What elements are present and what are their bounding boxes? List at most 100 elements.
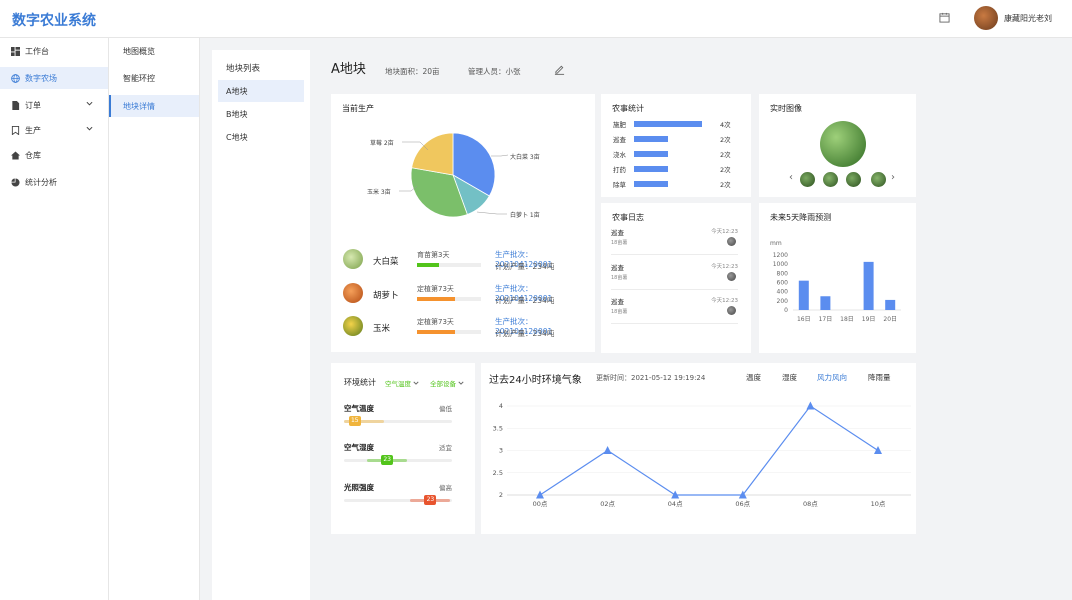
- sidebar-item-workbench[interactable]: 工作台: [0, 40, 108, 62]
- live-image-card: 实时图像 ‹ ›: [759, 94, 916, 197]
- user-avatar[interactable]: [974, 6, 998, 30]
- edit-icon[interactable]: [554, 64, 565, 75]
- plot-item-b[interactable]: B地块: [218, 103, 304, 125]
- rain-bar: [820, 296, 831, 310]
- avatar: [727, 272, 736, 281]
- env-label: 光照强度: [344, 483, 374, 492]
- stat-row: 除草 2次: [613, 179, 741, 189]
- log-location: 18亩薯: [611, 309, 628, 315]
- log-location: 18亩薯: [611, 275, 628, 281]
- log-item[interactable]: 巡查 今天12:23 18亩薯: [611, 262, 738, 290]
- current-production-card: 当前生产 草莓 2亩 大白菜 3亩 玉米 3亩 白萝卜 1亩 大白菜 育苗第3天…: [331, 94, 595, 352]
- crop-stage: 定植第73天: [417, 285, 454, 293]
- subnav-plot-details[interactable]: 地块详情: [109, 95, 199, 117]
- farm-stats-card: 农事统计 施肥 4次 巡查 2次 浇水 2次 打药 2次 除草 2次: [601, 94, 751, 197]
- crop-progress-fill: [417, 297, 456, 301]
- card-title: 农事统计: [612, 104, 644, 113]
- plot-manager: 管理人员：小张: [468, 67, 521, 76]
- y-tick-label: 800: [777, 270, 789, 277]
- sidebar-item-orders[interactable]: 订单: [0, 94, 108, 116]
- tab-rainfall[interactable]: 降雨量: [868, 372, 891, 383]
- chevron-down-icon: [86, 101, 93, 106]
- document-icon: [12, 100, 20, 110]
- plot-list: 地块列表 A地块 B地块 C地块: [212, 50, 310, 600]
- y-tick-label: 3: [499, 447, 503, 455]
- env-row-air-humidity: 空气湿度 适宜 23: [344, 442, 452, 472]
- y-tick-label: 600: [777, 280, 789, 287]
- thumbnail-image[interactable]: [800, 172, 815, 187]
- card-title: 环境统计: [344, 378, 376, 387]
- stat-label: 施肥: [613, 121, 626, 129]
- tab-temperature[interactable]: 温度: [746, 372, 761, 383]
- crop-name: 胡萝卜: [373, 291, 399, 301]
- crop-progress-bar: [417, 297, 481, 301]
- next-image-button[interactable]: ›: [891, 172, 895, 183]
- y-tick-label: 2.5: [493, 469, 503, 477]
- stat-row: 巡查 2次: [613, 134, 741, 144]
- rain-bar: [863, 261, 874, 310]
- data-point: [536, 490, 544, 499]
- metric-dropdown-label: 空气温度: [385, 380, 411, 388]
- log-time: 今天12:23: [711, 264, 738, 270]
- user-name[interactable]: 康藏阳光老刘: [1004, 13, 1052, 24]
- pie-leader-line: [476, 211, 507, 215]
- calendar-icon[interactable]: [939, 12, 950, 23]
- sub-navigation: 地图概览 智能环控 地块详情: [109, 38, 200, 600]
- stat-label: 打药: [613, 166, 626, 174]
- log-item[interactable]: 巡查 今天12:23 18亩薯: [611, 296, 738, 324]
- thumbnail-image[interactable]: [871, 172, 886, 187]
- sidebar-item-production[interactable]: 生产: [0, 119, 108, 141]
- env-status: 偏高: [439, 484, 452, 492]
- y-tick-label: 0: [784, 307, 788, 314]
- app-title: 数字农业系统: [12, 13, 96, 29]
- stat-row: 施肥 4次: [613, 119, 741, 129]
- sidebar-item-label: 数字农场: [25, 73, 57, 83]
- log-item[interactable]: 巡查 今天12:23 18亩薯: [611, 227, 738, 255]
- pie-leader-line: [491, 154, 509, 157]
- device-dropdown-label: 全部设备: [430, 380, 456, 388]
- device-dropdown[interactable]: 全部设备: [430, 378, 464, 388]
- env-label: 空气湿度: [344, 443, 374, 452]
- x-tick-label: 02点: [600, 500, 615, 508]
- crop-progress-bar: [417, 263, 481, 267]
- chevron-down-icon: [413, 381, 419, 385]
- subnav-smart-environment[interactable]: 智能环控: [109, 67, 199, 89]
- y-tick-label: 4: [499, 402, 503, 410]
- sidebar-item-label: 生产: [25, 125, 41, 135]
- card-title: 当前生产: [342, 104, 374, 113]
- thumbnail-image[interactable]: [846, 172, 861, 187]
- stat-bar: [634, 166, 668, 172]
- tab-humidity[interactable]: 湿度: [782, 372, 797, 383]
- x-tick-label: 19日: [862, 316, 876, 323]
- plot-list-title: 地块列表: [226, 64, 261, 74]
- crop-name: 大白菜: [373, 257, 399, 267]
- env-row-air-temperature: 空气温度 偏低 15: [344, 403, 452, 433]
- metric-dropdown[interactable]: 空气温度: [385, 378, 419, 388]
- top-header: 数字农业系统 康藏阳光老刘: [0, 0, 1072, 38]
- globe-icon: [11, 73, 20, 83]
- rain-bar: [885, 299, 896, 310]
- live-camera-image[interactable]: [820, 121, 866, 167]
- data-point: [806, 401, 815, 410]
- prev-image-button[interactable]: ‹: [789, 172, 793, 183]
- subnav-map-overview[interactable]: 地图概览: [109, 40, 199, 62]
- env-marker: 15: [348, 416, 361, 426]
- plot-item-a[interactable]: A地块: [218, 80, 304, 102]
- x-tick-label: 04点: [668, 500, 683, 508]
- plot-item-c[interactable]: C地块: [218, 126, 304, 148]
- stat-bar: [634, 136, 668, 142]
- sidebar-item-digital-farm[interactable]: 数字农场: [0, 67, 108, 89]
- thumbnail-image[interactable]: [823, 172, 838, 187]
- crop-progress-fill: [417, 330, 456, 334]
- tab-wind[interactable]: 风力风向: [817, 372, 847, 383]
- y-tick-label: 3.5: [493, 424, 503, 432]
- sidebar-item-warehouse[interactable]: 仓库: [0, 144, 108, 166]
- sidebar-item-statistics[interactable]: 统计分析: [0, 171, 108, 193]
- y-tick-label: 1000: [773, 261, 788, 268]
- cabbage-icon: [343, 249, 363, 269]
- crop-stage: 育苗第3天: [417, 251, 450, 259]
- crop-row: 大白菜 育苗第3天 生产批次：202104120001 计划产量：234吨: [343, 249, 588, 273]
- sidebar-item-label: 工作台: [25, 46, 49, 56]
- x-tick-label: 16日: [797, 316, 811, 323]
- y-tick-label: 200: [777, 298, 789, 305]
